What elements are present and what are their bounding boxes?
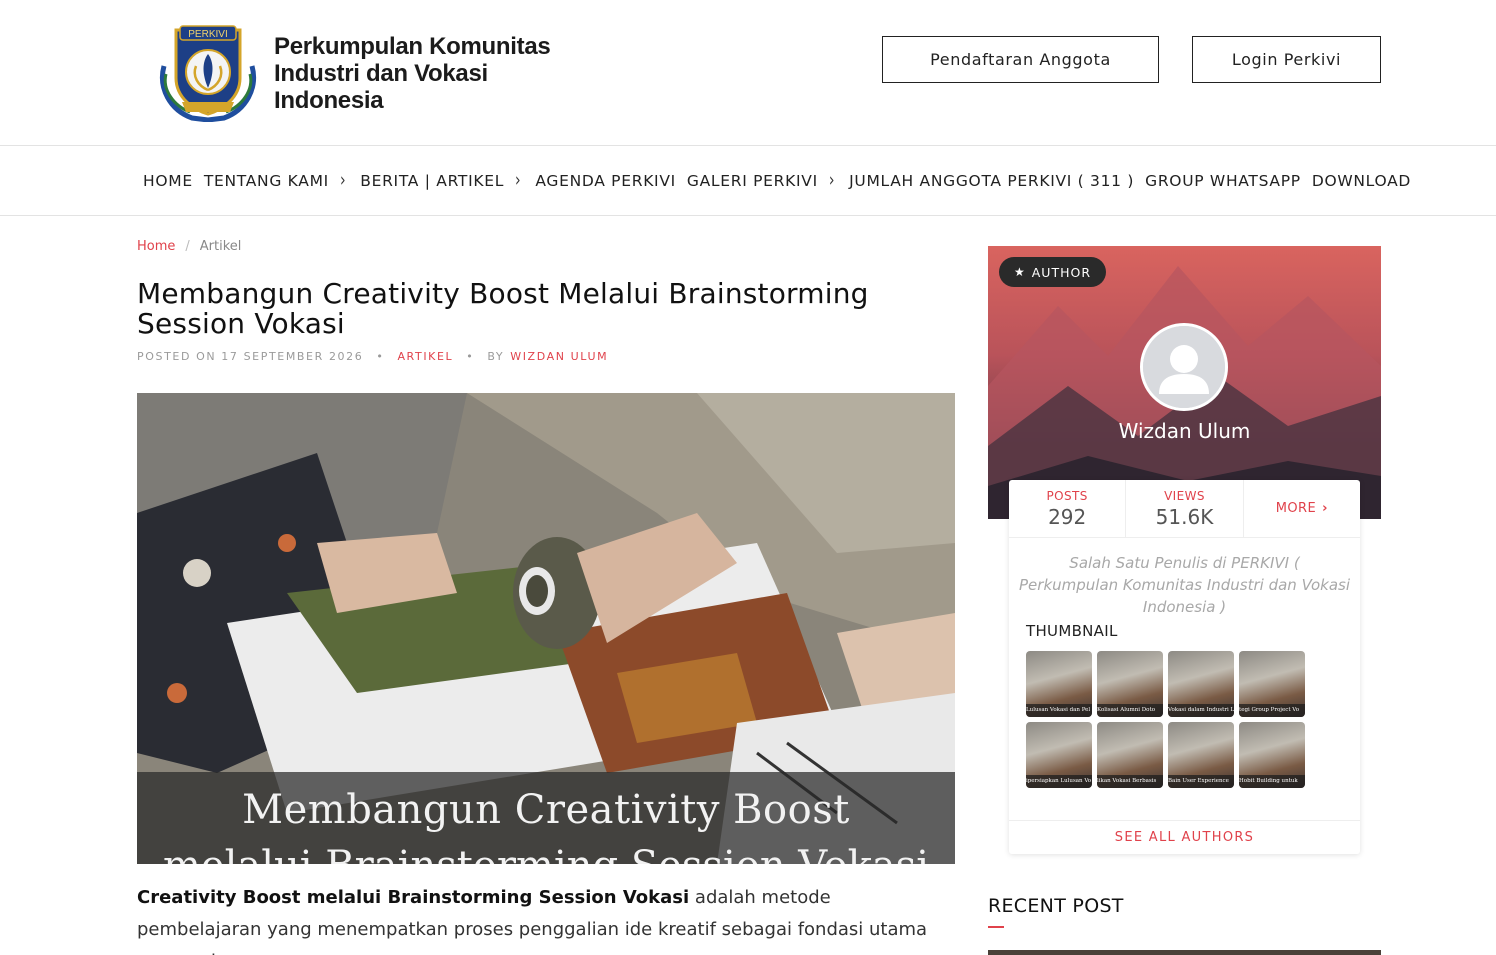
nav-item-galeri[interactable]: GALERI PERKIVI › xyxy=(686,170,838,192)
nav-item-label: GROUP WHATSAPP xyxy=(1145,172,1301,190)
post-intro: Creativity Boost melalui Brainstorming S… xyxy=(137,882,957,955)
thumbnail-item[interactable]: tegi Group Project Vo xyxy=(1239,651,1305,717)
thumbnail-item[interactable]: Vokasi dalam Industri La xyxy=(1168,651,1234,717)
site-name[interactable]: Perkumpulan Komunitas Industri dan Vokas… xyxy=(274,33,594,114)
author-stats: POSTS 292 VIEWS 51.6K MORE › xyxy=(1009,480,1360,538)
stat-views-label: VIEWS xyxy=(1164,488,1205,503)
author-avatar[interactable] xyxy=(1140,323,1228,411)
nav-item-label: HOME xyxy=(143,172,193,190)
recent-post-image[interactable] xyxy=(988,950,1381,955)
chevron-right-icon: › xyxy=(339,170,347,192)
nav-item-label: AGENDA PERKIVI xyxy=(535,172,676,190)
thumbnail-item[interactable]: ipersiapkan Lulusan Vo xyxy=(1026,722,1092,788)
thumbnail-item[interactable]: Bain User Experience xyxy=(1168,722,1234,788)
chevron-right-icon: › xyxy=(1322,501,1328,516)
thumbnail-item[interactable]: Lulusan Vokasi dan Pel xyxy=(1026,651,1092,717)
author-card: POSTS 292 VIEWS 51.6K MORE › Salah Satu … xyxy=(1009,480,1360,854)
thumbnail-caption: Vokasi dalam Industri La xyxy=(1168,704,1234,717)
star-icon: ★ xyxy=(1013,265,1026,279)
thumbnail-caption: tegi Group Project Vo xyxy=(1239,704,1305,717)
nav-menu: HOME TENTANG KAMI › BERITA | ARTIKEL › AGE… xyxy=(143,146,1422,216)
main-nav: HOME TENTANG KAMI › BERITA | ARTIKEL › AGE… xyxy=(0,146,1496,216)
thumbnail-caption: Kolisasi Alumni Doto xyxy=(1097,704,1163,717)
register-member-button[interactable]: Pendaftaran Anggota xyxy=(882,36,1159,83)
site-header: PERKIVI Perkumpulan Komunitas Industri d… xyxy=(0,0,1496,146)
nav-item-label: BERITA | ARTIKEL xyxy=(360,172,505,190)
stat-posts: POSTS 292 xyxy=(1009,480,1127,537)
post-meta: POSTED ON 17 SEPTEMBER 2026 • ARTIKEL • … xyxy=(137,350,608,363)
user-avatar-icon xyxy=(1143,326,1225,408)
stat-posts-value: 292 xyxy=(1048,504,1087,529)
hero-caption-line1: Membangun Creativity Boost xyxy=(242,787,850,833)
thumbnail-heading: THUMBNAIL xyxy=(1026,622,1118,640)
nav-item-label: TENTANG KAMI xyxy=(203,172,329,190)
nav-item-home[interactable]: HOME xyxy=(143,172,193,190)
perkivi-logo-icon[interactable]: PERKIVI xyxy=(152,18,264,122)
author-description: Salah Satu Penulis di PERKIVI ( Perkumpu… xyxy=(1019,554,1351,616)
thumbnail-item[interactable]: Kolisasi Alumni Doto xyxy=(1097,651,1163,717)
post-featured-image: Membangun Creativity Boost melalui Brain… xyxy=(137,393,955,864)
breadcrumb: Home / Artikel xyxy=(137,239,241,254)
intro-keyphrase: Creativity Boost melalui Brainstorming S… xyxy=(137,887,690,908)
heading-underline xyxy=(988,926,1004,928)
post-date: POSTED ON 17 SEPTEMBER 2026 xyxy=(137,350,364,363)
thumbnail-caption: Hobit Building untuk xyxy=(1239,775,1305,788)
nav-item-jumlah-anggota[interactable]: JUMLAH ANGGOTA PERKIVI ( 311 ) xyxy=(849,172,1134,190)
stat-views-value: 51.6K xyxy=(1155,504,1214,529)
meta-dot: • xyxy=(376,350,385,363)
nav-item-group-whatsapp[interactable]: GROUP WHATSAPP xyxy=(1145,172,1301,190)
more-label: MORE xyxy=(1275,501,1317,516)
nav-item-label: JUMLAH ANGGOTA PERKIVI ( 311 ) xyxy=(849,172,1135,190)
breadcrumb-separator: / xyxy=(185,239,190,254)
thumbnail-caption: ipersiapkan Lulusan Vo xyxy=(1026,775,1092,788)
more-button[interactable]: MORE › xyxy=(1244,480,1360,537)
hero-caption-line2: melalui Brainstorming Session Vokasi xyxy=(137,840,955,864)
thumbnail-item[interactable]: likan Vokasi Berbasis xyxy=(1097,722,1163,788)
svg-text:PERKIVI: PERKIVI xyxy=(188,29,227,40)
thumbnail-caption: Lulusan Vokasi dan Pel xyxy=(1026,704,1092,717)
breadcrumb-home-link[interactable]: Home xyxy=(137,239,175,254)
see-all-authors-link[interactable]: SEE ALL AUTHORS xyxy=(1009,820,1360,854)
nav-item-label: GALERI PERKIVI xyxy=(686,172,818,190)
breadcrumb-current: Artikel xyxy=(199,239,242,254)
stat-posts-label: POSTS xyxy=(1046,488,1088,503)
recent-post-heading: RECENT POST xyxy=(988,895,1124,917)
post-author-link[interactable]: WIZDAN ULUM xyxy=(510,350,608,363)
author-badge-label: AUTHOR xyxy=(1031,264,1092,280)
meta-dot: • xyxy=(466,350,475,363)
thumbnail-caption: likan Vokasi Berbasis xyxy=(1097,775,1163,788)
post-title: Membangun Creativity Boost Melalui Brain… xyxy=(137,277,869,340)
post-category-link[interactable]: ARTIKEL xyxy=(397,350,453,363)
thumbnail-item[interactable]: Hobit Building untuk xyxy=(1239,722,1305,788)
nav-item-tentang-kami[interactable]: TENTANG KAMI › xyxy=(203,170,349,192)
author-badge: ★ AUTHOR xyxy=(999,257,1106,287)
stat-views: VIEWS 51.6K xyxy=(1126,480,1244,537)
nav-item-download[interactable]: DOWNLOAD xyxy=(1312,172,1411,190)
nav-item-berita-artikel[interactable]: BERITA | ARTIKEL › xyxy=(360,170,524,192)
nav-item-agenda[interactable]: AGENDA PERKIVI xyxy=(535,172,676,190)
hero-caption-bar: Membangun Creativity Boost melalui Brain… xyxy=(137,772,955,864)
author-name[interactable]: Wizdan Ulum xyxy=(988,419,1381,443)
thumbnail-caption: Bain User Experience xyxy=(1168,775,1234,788)
chevron-right-icon: › xyxy=(828,170,836,192)
thumbnail-grid: Lulusan Vokasi dan Pel Kolisasi Alumni D… xyxy=(1026,651,1316,788)
chevron-right-icon: › xyxy=(515,170,522,192)
login-button[interactable]: Login Perkivi xyxy=(1192,36,1381,83)
post-by-label: BY xyxy=(487,350,505,363)
nav-item-label: DOWNLOAD xyxy=(1311,172,1412,190)
